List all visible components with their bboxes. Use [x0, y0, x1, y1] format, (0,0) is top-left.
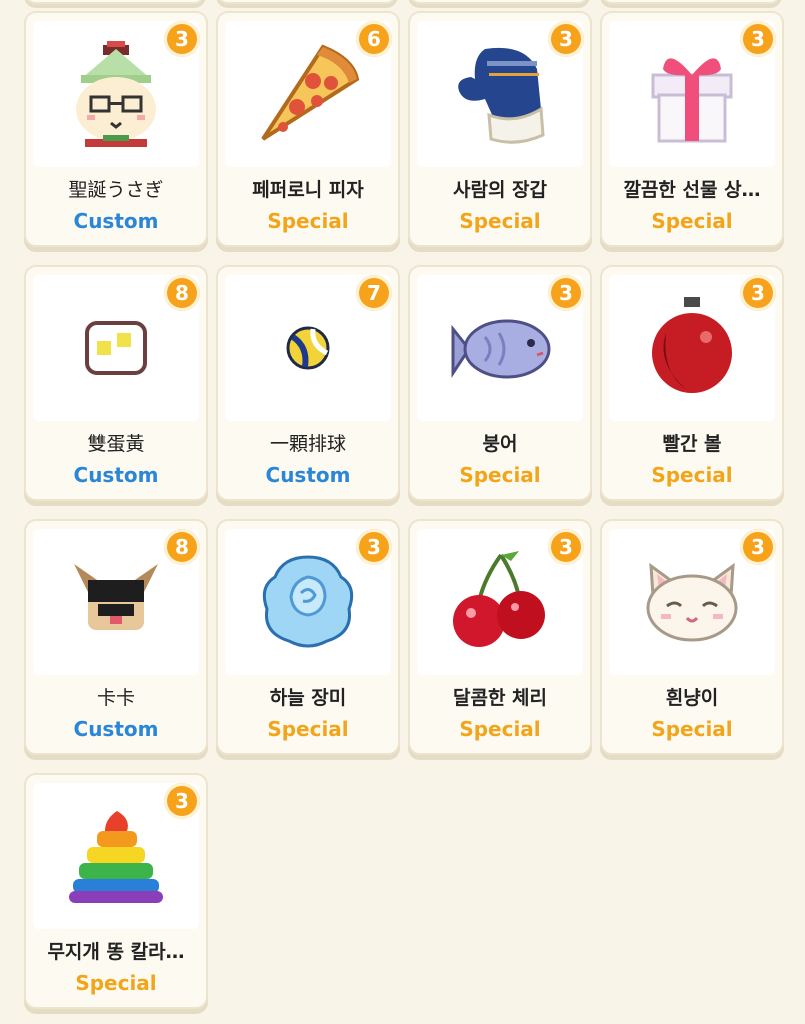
fish-bread-icon — [451, 319, 551, 379]
sticker-type: Special — [651, 717, 733, 741]
rainbow-poop-icon — [69, 811, 163, 903]
sticker-name: 雙蛋黃 — [87, 433, 145, 455]
count-badge: 3 — [164, 783, 200, 819]
sticker-card[interactable]: 3 달콤한 체리 Special — [408, 519, 592, 755]
sticker-card[interactable]: 3 무지개 똥 칼라… Special — [24, 773, 208, 1009]
sticker-name: 달콤한 체리 — [452, 687, 547, 709]
count-badge: 7 — [356, 275, 392, 311]
count-badge: 3 — [548, 21, 584, 57]
christmas-rabbit-icon — [76, 41, 156, 147]
sticker-name: 卡卡 — [96, 687, 135, 709]
previous-card[interactable] — [408, 0, 590, 4]
blue-rose-icon — [262, 555, 354, 648]
count-badge: 3 — [548, 275, 584, 311]
volleyball-icon — [286, 326, 330, 370]
sticker-type: Special — [267, 717, 349, 741]
sticker-card[interactable]: 3 사람의 장갑 Special — [408, 11, 592, 247]
previous-card[interactable] — [600, 0, 782, 4]
sticker-name: 빨간 볼 — [662, 433, 722, 455]
sticker-type: Special — [651, 463, 733, 487]
cherry-icon — [453, 551, 545, 647]
sticker-name: 붕어 — [482, 433, 518, 455]
sticker-type: Custom — [265, 463, 351, 487]
count-badge: 3 — [164, 21, 200, 57]
sticker-type: Special — [459, 209, 541, 233]
previous-card[interactable] — [24, 0, 206, 4]
sticker-card[interactable]: 7 一顆排球 Custom — [216, 265, 400, 501]
sticker-card[interactable]: 3 하늘 장미 Special — [216, 519, 400, 755]
sticker-type: Special — [459, 717, 541, 741]
sticker-type: Special — [75, 971, 157, 995]
white-cat-icon — [646, 562, 738, 642]
count-badge: 3 — [548, 529, 584, 565]
count-badge: 8 — [164, 275, 200, 311]
sticker-name: 깔끔한 선물 상… — [623, 179, 761, 201]
sticker-type: Special — [651, 209, 733, 233]
sticker-type: Special — [267, 209, 349, 233]
red-ornament-icon — [652, 297, 732, 393]
double-yolk-icon — [85, 321, 147, 375]
previous-card[interactable] — [216, 0, 398, 4]
count-badge: 3 — [356, 529, 392, 565]
count-badge: 3 — [740, 529, 776, 565]
count-badge: 3 — [740, 21, 776, 57]
sticker-card[interactable]: 8 雙蛋黃 Custom — [24, 265, 208, 501]
sticker-name: 聖誕うさぎ — [68, 179, 164, 201]
sticker-card[interactable]: 6 페퍼로니 피자 Special — [216, 11, 400, 247]
sticker-type: Special — [459, 463, 541, 487]
sticker-card[interactable]: 3 깔끔한 선물 상… Special — [600, 11, 784, 247]
gift-box-icon — [651, 58, 733, 143]
sticker-card[interactable]: 3 聖誕うさぎ Custom — [24, 11, 208, 247]
sticker-name: 흰냥이 — [665, 687, 719, 709]
mitten-icon — [458, 47, 545, 144]
sticker-type: Custom — [73, 463, 159, 487]
count-badge: 8 — [164, 529, 200, 565]
sticker-grid: 3 聖誕うさぎ Custom 6 페퍼로니 피자 Special 3 사람의 장… — [24, 11, 784, 1009]
previous-row-edge — [0, 0, 805, 4]
sticker-name: 一顆排球 — [269, 433, 346, 455]
sticker-card[interactable]: 8 卡卡 Custom — [24, 519, 208, 755]
sticker-card[interactable]: 3 빨간 볼 Special — [600, 265, 784, 501]
sticker-card[interactable]: 3 흰냥이 Special — [600, 519, 784, 755]
count-badge: 3 — [740, 275, 776, 311]
sticker-name: 하늘 장미 — [269, 687, 347, 709]
sticker-name: 페퍼로니 피자 — [252, 179, 364, 201]
sticker-type: Custom — [73, 209, 159, 233]
sticker-type: Custom — [73, 717, 159, 741]
sticker-name: 무지개 똥 칼라… — [47, 941, 185, 963]
sticker-name: 사람의 장갑 — [452, 179, 547, 201]
dog-icon — [74, 564, 158, 630]
pizza-icon — [261, 44, 360, 141]
sticker-card[interactable]: 3 붕어 Special — [408, 265, 592, 501]
count-badge: 6 — [356, 21, 392, 57]
